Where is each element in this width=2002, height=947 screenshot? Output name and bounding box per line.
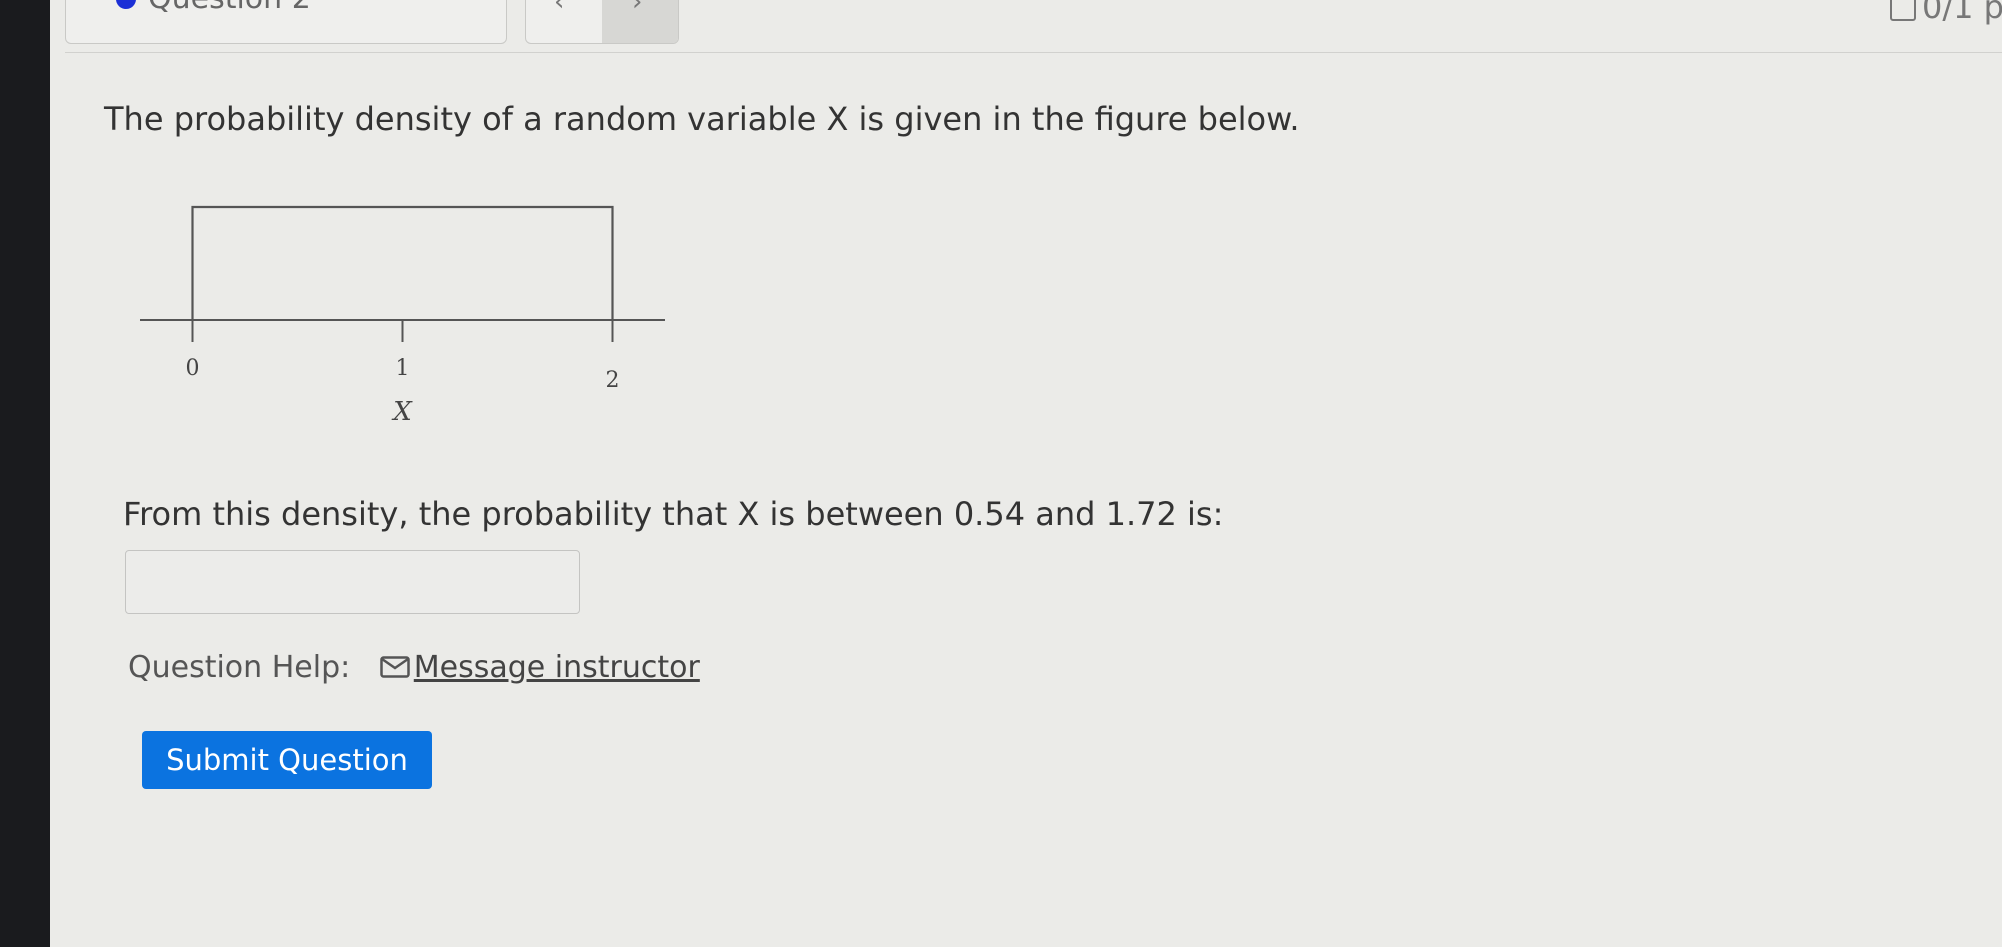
score-display: 0/1 p [1890,0,2002,26]
monitor-bezel [0,0,50,947]
question-help: Question Help: Message instructor [128,650,700,685]
mail-icon [380,656,410,678]
density-figure: 0 1 2 X [140,205,665,427]
question-selector-label: Question 2 [148,0,311,16]
chevron-left-icon: ‹ [554,0,565,17]
x-tick-label: 2 [606,368,620,393]
question-selector[interactable]: Question 2 ▼ [65,0,507,44]
message-instructor-link[interactable]: Message instructor [380,650,700,685]
chevron-down-icon: ▼ [484,0,495,1]
x-tick-label: 0 [186,356,200,381]
status-dot-icon [116,0,136,9]
question-prompt: The probability density of a random vari… [104,100,1300,138]
density-rectangle [191,205,614,320]
score-text: 0/1 p [1922,0,2002,26]
header-divider [65,52,2002,53]
answer-input[interactable] [125,550,580,614]
previous-question-button[interactable]: ‹ [526,0,602,43]
question-text: From this density, the probability that … [123,495,1224,533]
question-help-label: Question Help: [128,650,351,685]
question-navigation: ‹ › [525,0,679,44]
chevron-right-icon: › [632,0,643,17]
score-check-icon [1890,0,1916,21]
x-axis-label: X [391,397,413,427]
x-tick-label: 1 [396,356,410,381]
submit-question-button[interactable]: Submit Question [142,731,432,789]
message-instructor-label: Message instructor [413,650,700,685]
next-question-button[interactable]: › [602,0,678,43]
question-page: Question 2 ▼ ‹ › 0/1 p The probability d… [50,0,2002,947]
